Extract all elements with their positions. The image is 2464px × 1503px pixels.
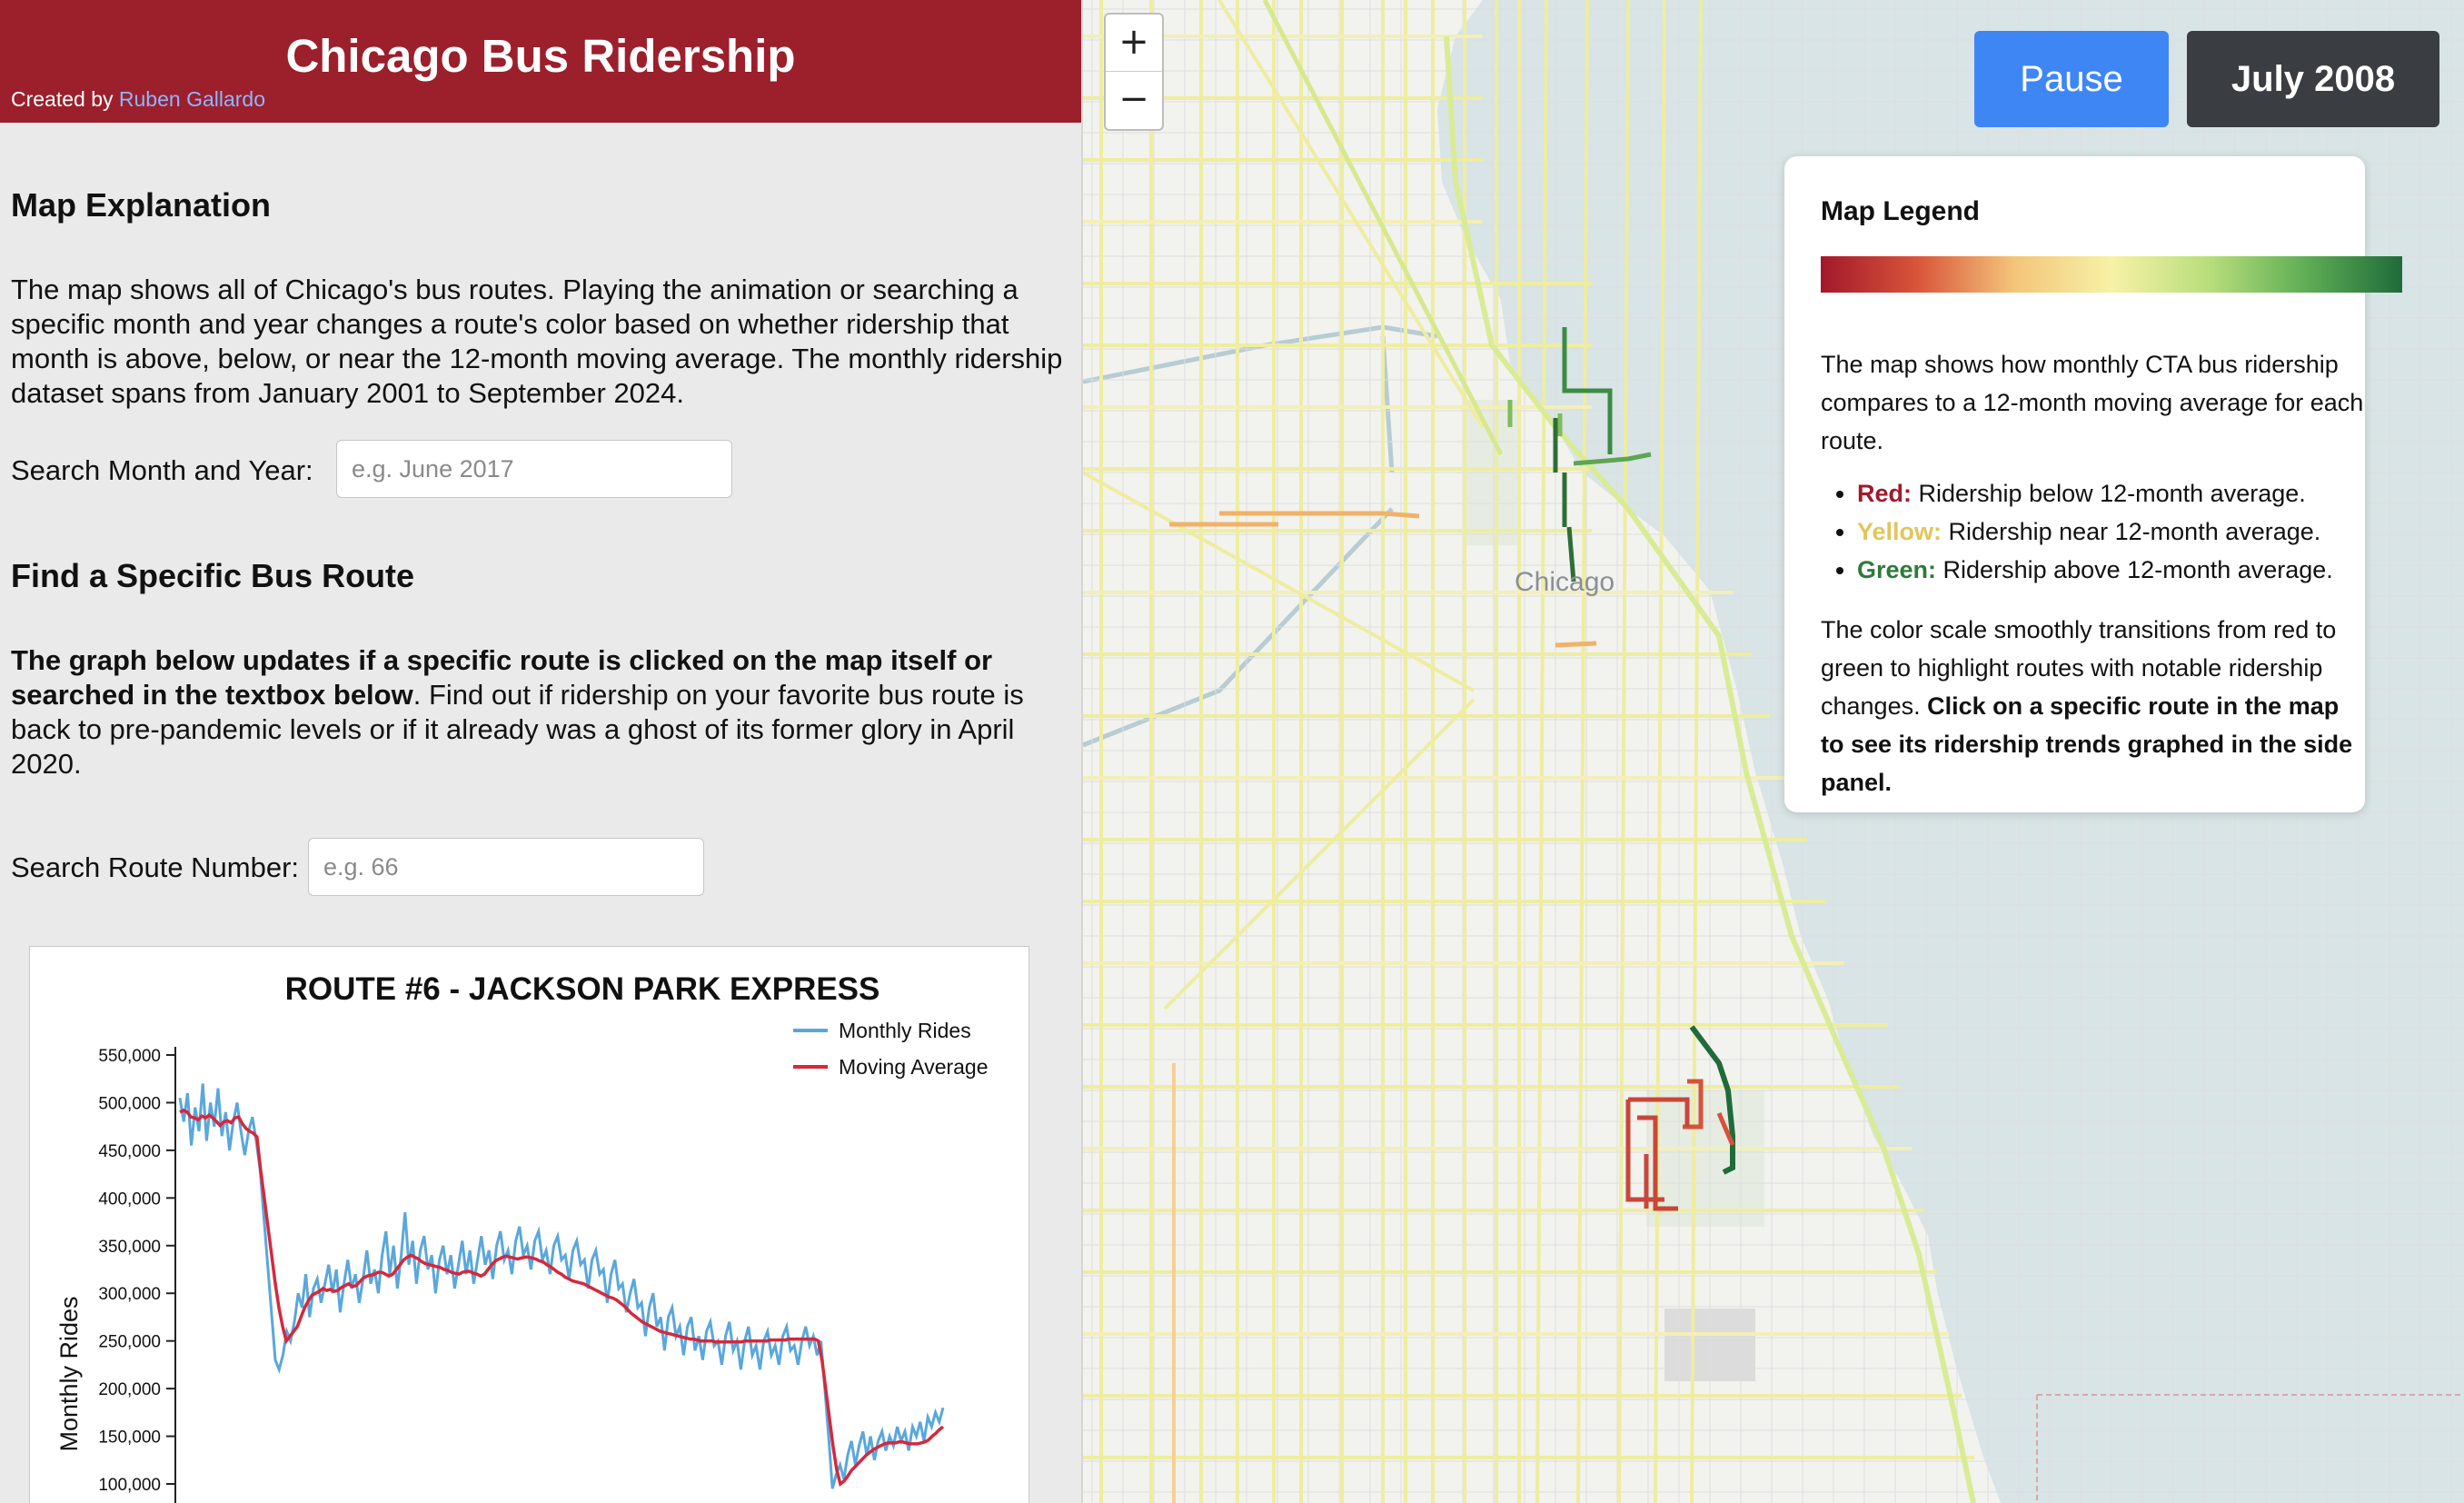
route-finder-text: The graph below updates if a specific ro…	[11, 643, 1065, 781]
route-number-label: Search Route Number:	[11, 851, 300, 883]
city-label: Chicago	[1515, 567, 1615, 597]
series-line-monthly-rides	[178, 1083, 945, 1489]
credit-prefix: Created by	[11, 87, 114, 111]
map-legend: Map Legend The map shows how monthly CTA…	[1784, 156, 2402, 812]
legend-label-green: Green:	[1857, 556, 1937, 583]
map-explanation-heading: Map Explanation	[11, 186, 272, 224]
chart-title: ROUTE #6 - JACKSON PARK EXPRESS	[285, 971, 880, 1007]
chart-plot-area	[178, 1083, 945, 1489]
page-title: Chicago Bus Ridership	[285, 30, 796, 82]
legend-color-scale	[1821, 256, 2402, 293]
legend-footer: The color scale smoothly transitions fro…	[1821, 611, 2366, 801]
y-tick-label: 450,000	[98, 1142, 161, 1161]
y-tick-label: 200,000	[98, 1380, 161, 1399]
legend-item-red: Red: Ridership below 12-month average.	[1857, 474, 2384, 513]
y-tick-label: 250,000	[98, 1333, 161, 1352]
legend-entry: Monthly Rides	[839, 1019, 971, 1042]
legend-item-yellow: Yellow: Ridership near 12-month average.	[1857, 513, 2384, 551]
pause-button[interactable]: Pause	[1974, 31, 2169, 127]
legend-label-yellow: Yellow:	[1857, 518, 1942, 545]
legend-description: The map shows how monthly CTA bus riders…	[1821, 351, 2364, 454]
y-tick-label: 500,000	[98, 1094, 161, 1113]
zoom-in-button[interactable]: +	[1106, 15, 1162, 71]
legend-item-green: Green: Ridership above 12-month average.	[1857, 551, 2384, 589]
y-tick-label: 100,000	[98, 1476, 161, 1495]
current-date-display[interactable]: July 2008	[2187, 31, 2439, 127]
credit-line: Created by Ruben Gallardo	[11, 87, 265, 112]
chart-legend: Monthly Rides Moving Average	[793, 1019, 989, 1079]
route-orange-south[interactable]	[1555, 641, 1597, 648]
y-tick-label: 150,000	[98, 1428, 161, 1448]
month-year-search-input[interactable]	[336, 440, 732, 498]
ridership-chart: ROUTE #6 - JACKSON PARK EXPRESS Monthly …	[55, 971, 989, 1503]
header-bar: Chicago Bus Ridership Created by Ruben G…	[0, 0, 1081, 123]
map-explanation-text: The map shows all of Chicago's bus route…	[11, 274, 1063, 409]
route-finder-heading: Find a Specific Bus Route	[11, 557, 415, 594]
y-tick-label: 550,000	[98, 1047, 161, 1066]
ridership-chart-panel: ROUTE #6 - JACKSON PARK EXPRESS Monthly …	[29, 946, 1029, 1503]
legend-text-red: Ridership below 12-month average.	[1918, 480, 2306, 507]
chart-y-axis: 100,000 150,000 200,000 250,000 300,000 350,0…	[98, 1047, 176, 1503]
y-tick-label: 300,000	[98, 1285, 161, 1304]
legend-items: Red: Ridership below 12-month average. Y…	[1821, 474, 2384, 589]
y-tick-label: 350,000	[98, 1238, 161, 1257]
legend-entry: Moving Average	[839, 1055, 989, 1079]
route-number-search-input[interactable]	[308, 838, 704, 896]
chart-y-axis-label: Monthly Rides	[55, 1296, 83, 1451]
author-link[interactable]: Ruben Gallardo	[119, 87, 265, 111]
y-tick-label: 400,000	[98, 1189, 161, 1209]
zoom-control: + −	[1104, 13, 1164, 131]
zoom-out-button[interactable]: −	[1106, 71, 1162, 128]
legend-text-green: Ridership above 12-month average.	[1942, 556, 2333, 583]
legend-text-yellow: Ridership near 12-month average.	[1948, 518, 2321, 545]
month-year-label: Search Month and Year:	[11, 454, 313, 486]
side-panel: Chicago Bus Ridership Created by Ruben G…	[0, 0, 1081, 1503]
legend-label-red: Red:	[1857, 480, 1912, 507]
legend-title: Map Legend	[1821, 196, 1981, 226]
